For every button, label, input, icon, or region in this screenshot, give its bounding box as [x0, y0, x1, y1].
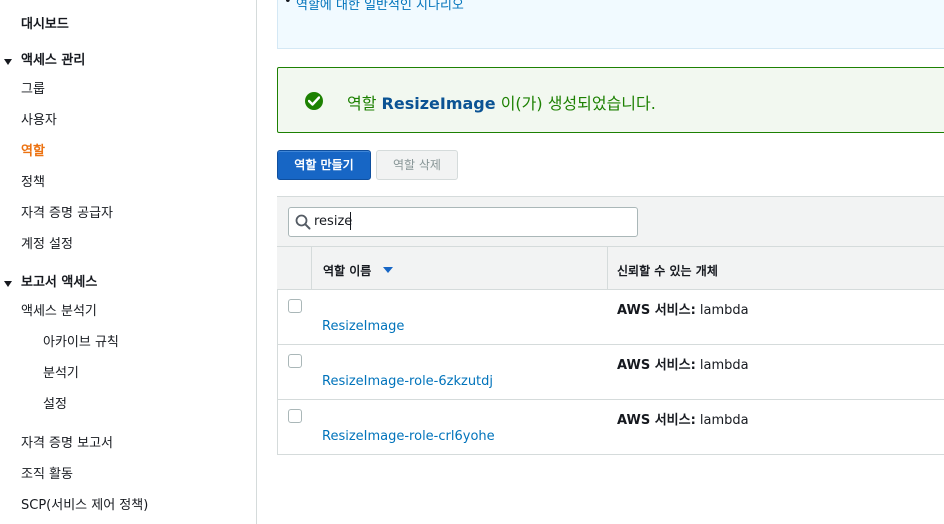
sidebar-item-analyzers[interactable]: 분석기 — [43, 366, 79, 382]
sidebar-item-account-settings[interactable]: 계정 설정 — [21, 237, 73, 253]
role-name-link[interactable]: ResizeImage — [322, 319, 404, 334]
sidebar-item-organization-activity[interactable]: 조직 활동 — [21, 467, 73, 483]
trusted-entity-label: AWS 서비스: — [617, 358, 696, 373]
trusted-entity: AWS 서비스: lambda — [617, 354, 749, 373]
sidebar-item-users[interactable]: 사용자 — [21, 113, 57, 129]
sidebar-item-credential-report[interactable]: 자격 증명 보고서 — [21, 436, 113, 452]
success-role-name: ResizeImage — [381, 94, 496, 113]
caret-down-icon[interactable] — [4, 281, 12, 287]
trusted-entity-label: AWS 서비스: — [617, 413, 696, 428]
sort-descending-icon[interactable] — [383, 267, 393, 273]
sidebar: 대시보드 액세스 관리 그룹 사용자 역할 정책 자격 증명 공급자 계정 설정… — [0, 0, 257, 524]
sidebar-section-access-management[interactable]: 액세스 관리 — [21, 53, 85, 69]
trusted-entity-value: lambda — [695, 303, 749, 318]
trusted-entity: AWS 서비스: lambda — [617, 299, 749, 318]
trusted-entity-value: lambda — [695, 413, 749, 428]
row-divider — [277, 344, 944, 345]
search-icon — [295, 214, 311, 234]
trusted-entity: AWS 서비스: lambda — [617, 409, 749, 428]
check-circle-icon — [305, 92, 323, 110]
row-checkbox[interactable] — [288, 409, 302, 423]
search-input-value[interactable]: resize — [314, 214, 352, 229]
sidebar-item-access-analyzer[interactable]: 액세스 분석기 — [21, 304, 97, 320]
info-link[interactable]: 역할에 대한 일반적인 시나리오 — [284, 0, 464, 13]
create-role-button[interactable]: 역할 만들기 — [277, 150, 371, 180]
row-checkbox[interactable] — [288, 299, 302, 313]
sidebar-item-groups[interactable]: 그룹 — [21, 82, 45, 98]
sidebar-section-access-reports[interactable]: 보고서 액세스 — [21, 275, 97, 291]
role-name-link[interactable]: ResizeImage-role-crl6yohe — [322, 429, 495, 444]
sidebar-item-identity-providers[interactable]: 자격 증명 공급자 — [21, 206, 113, 222]
caret-down-icon[interactable] — [4, 59, 12, 65]
column-separator — [607, 246, 608, 290]
sidebar-item-scp[interactable]: SCP(서비스 제어 정책) — [21, 498, 148, 514]
column-header-role-name[interactable]: 역할 이름 — [323, 262, 371, 279]
sidebar-item-dashboard[interactable]: 대시보드 — [21, 17, 69, 33]
success-prefix: 역할 — [347, 94, 382, 113]
column-separator — [311, 246, 312, 290]
delete-role-button[interactable]: 역할 삭제 — [376, 150, 458, 180]
text-cursor — [350, 212, 351, 230]
column-header-trusted-entities[interactable]: 신뢰할 수 있는 개체 — [617, 262, 718, 279]
role-name-link[interactable]: ResizeImage-role-6zkzutdj — [322, 374, 493, 389]
sidebar-item-roles[interactable]: 역할 — [21, 144, 45, 160]
sidebar-item-archive-rules[interactable]: 아카이브 규칙 — [43, 335, 119, 351]
trusted-entity-label: AWS 서비스: — [617, 303, 696, 318]
table-header-row — [277, 246, 944, 290]
sidebar-item-analyzer-settings[interactable]: 설정 — [43, 397, 67, 413]
row-divider — [277, 399, 944, 400]
sidebar-item-policies[interactable]: 정책 — [21, 175, 45, 191]
trusted-entity-value: lambda — [695, 358, 749, 373]
success-suffix: 이(가) 생성되었습니다. — [495, 94, 656, 113]
success-message: 역할 ResizeImage 이(가) 생성되었습니다. — [347, 90, 656, 114]
row-divider — [277, 454, 944, 455]
row-checkbox[interactable] — [288, 354, 302, 368]
